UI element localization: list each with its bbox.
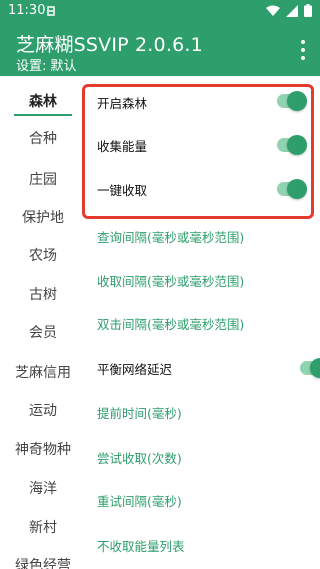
- app-header: 11:30 芝麻糊SSVIP 2.0.6.1 设置: 默认: [0, 0, 320, 76]
- sidebar-item-sesame-credit[interactable]: 芝麻信用: [0, 351, 86, 393]
- setting-balance-network-delay-label: 平衡网络延迟: [97, 362, 173, 377]
- status-time: 11:30: [8, 3, 46, 18]
- one-key-collect-toggle[interactable]: [277, 179, 307, 199]
- sidebar-item-magic-species[interactable]: 神奇物种: [0, 428, 86, 470]
- sidebar-item-green-business[interactable]: 绿色经营: [0, 544, 86, 569]
- sidebar-item-manor[interactable]: 庄园: [0, 158, 86, 200]
- sidebar-item-reserve[interactable]: 保护地: [0, 196, 86, 238]
- settings-panel: 开启森林 收集能量 一键收取 查询间隔(毫秒或毫秒范围) 收取间隔(毫秒或毫秒范…: [86, 76, 320, 569]
- collect-energy-toggle[interactable]: [277, 135, 307, 155]
- sidebar-item-farm[interactable]: 农场: [0, 234, 86, 276]
- double-click-interval-link[interactable]: 双击间隔(毫秒或毫秒范围): [97, 314, 244, 333]
- setting-open-forest-label: 开启森林: [97, 96, 148, 111]
- sidebar: 森林 合种 庄园 保护地 农场 古树 会员 芝麻信用 运动 神奇物种 海洋 新村…: [0, 76, 86, 569]
- balance-network-delay-toggle[interactable]: [300, 358, 320, 378]
- signal-icon: [286, 4, 298, 17]
- more-vert-icon[interactable]: [300, 40, 306, 60]
- no-collect-list-link[interactable]: 不收取能量列表: [97, 536, 185, 555]
- app-subtitle: 设置: 默认: [16, 59, 77, 74]
- sidebar-item-member[interactable]: 会员: [0, 311, 86, 353]
- setting-one-key-collect-label: 一键收取: [97, 183, 148, 198]
- retry-interval-link[interactable]: 重试间隔(毫秒): [97, 491, 182, 510]
- advance-time-link[interactable]: 提前时间(毫秒): [97, 403, 182, 422]
- wifi-icon: [266, 5, 280, 16]
- sidebar-item-ocean[interactable]: 海洋: [0, 467, 86, 509]
- sidebar-item-ancient-tree[interactable]: 古树: [0, 273, 86, 315]
- sidebar-item-new-village[interactable]: 新村: [0, 506, 86, 548]
- sidebar-item-cooperate[interactable]: 合种: [0, 117, 86, 159]
- query-interval-link[interactable]: 查询间隔(毫秒或毫秒范围): [97, 227, 244, 246]
- collect-interval-link[interactable]: 收取间隔(毫秒或毫秒范围): [97, 271, 244, 290]
- app-title: 芝麻糊SSVIP 2.0.6.1: [16, 34, 203, 56]
- try-collect-link[interactable]: 尝试收取(次数): [97, 448, 182, 467]
- notification-icon: [47, 6, 55, 16]
- sidebar-item-sport[interactable]: 运动: [0, 389, 86, 431]
- setting-collect-energy-label: 收集能量: [97, 139, 148, 154]
- sidebar-active-indicator: [14, 114, 72, 116]
- status-icons: [266, 4, 312, 17]
- open-forest-toggle[interactable]: [277, 91, 307, 111]
- status-bar: 11:30: [0, 0, 320, 24]
- battery-icon: [304, 4, 312, 17]
